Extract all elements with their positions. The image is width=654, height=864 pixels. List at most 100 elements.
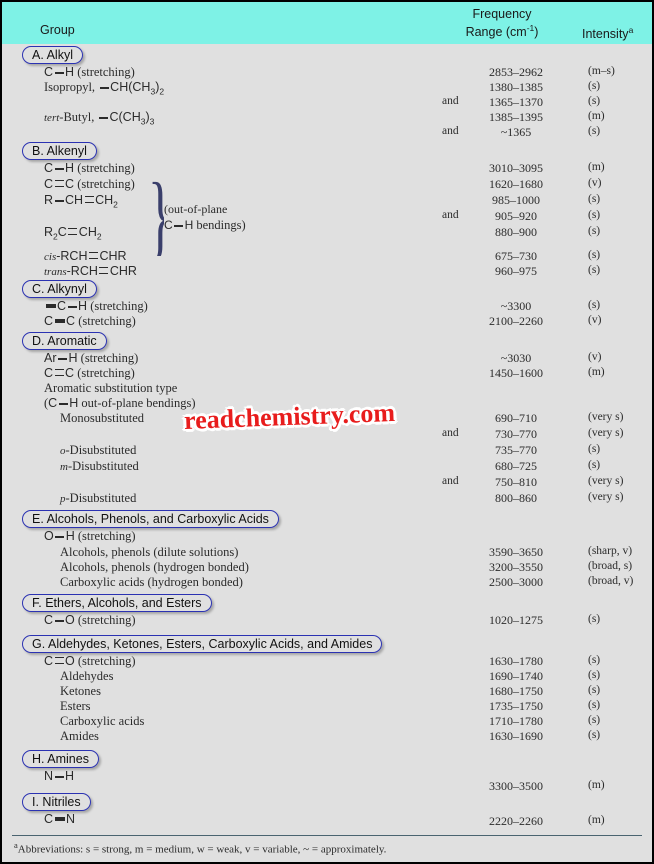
- row-frequency: 735–770: [495, 443, 537, 457]
- group-label-alkyl[interactable]: A. Alkyl: [22, 46, 83, 64]
- ir-frequency-table: Group Frequency Range (cm-1) Intensitya …: [2, 2, 652, 862]
- column-header-group: Group: [40, 23, 75, 37]
- group-label-nitriles[interactable]: I. Nitriles: [22, 793, 91, 811]
- table-row: CO (stretching) 1630–1780 (s): [2, 654, 652, 669]
- group-label-h-text: H. Amines: [32, 752, 89, 766]
- row-frequency: 880–900: [495, 225, 537, 239]
- footnote-text: Abbreviations: s = strong, m = medium, w…: [17, 843, 387, 856]
- row-frequency: 1620–1680: [489, 177, 543, 191]
- row-frequency: 960–975: [495, 264, 537, 278]
- row-intensity: (s): [588, 714, 601, 726]
- row-label: Aldehydes: [60, 669, 114, 683]
- group-label-alkynyl[interactable]: C. Alkynyl: [22, 280, 97, 298]
- row-frequency: 1630–1780: [489, 654, 543, 668]
- row-and: and: [442, 209, 459, 221]
- table-header-band: Group Frequency Range (cm-1) Intensitya: [2, 2, 652, 44]
- row-intensity: (s): [588, 654, 601, 666]
- group-label-ethers-alcohols-esters[interactable]: F. Ethers, Alcohols, and Esters: [22, 594, 212, 612]
- row-label: CH (stretching): [44, 65, 135, 79]
- row-label: Alcohols, phenols (dilute solutions): [60, 545, 239, 559]
- group-label-amines[interactable]: H. Amines: [22, 750, 99, 768]
- group-label-i-text: I. Nitriles: [32, 795, 81, 809]
- row-label: Ketones: [60, 684, 101, 698]
- table-row: R2C CH2 880–900 (s): [2, 225, 652, 242]
- row-frequency: 1380–1385: [489, 80, 543, 94]
- footnote-divider: [12, 835, 642, 836]
- frequency-header-paren: ): [534, 25, 539, 40]
- row-intensity: (m–s): [588, 65, 615, 77]
- table-row-values: 2220–2260 (m): [2, 814, 652, 829]
- group-label-alkenyl[interactable]: B. Alkenyl: [22, 142, 97, 160]
- intensity-header-label: Intensity: [582, 27, 629, 42]
- row-intensity: (s): [588, 264, 601, 276]
- row-label: trans-RCH CHR: [44, 264, 137, 278]
- row-frequency: 905–920: [495, 209, 537, 223]
- footnote-abbreviations: aAbbreviations: s = strong, m = medium, …: [14, 840, 386, 856]
- row-label: R2C CH2: [44, 225, 102, 242]
- row-label: Ar H (stretching): [44, 351, 139, 365]
- table-row: tert-Butyl, C(CH3)3 1385–1395 (m): [2, 110, 652, 127]
- row-intensity: (very s): [588, 411, 624, 423]
- row-intensity: (sharp, v): [588, 545, 633, 557]
- table-row: m-Disubstituted 680–725 (s): [2, 459, 652, 474]
- row-label: Esters: [60, 699, 91, 713]
- row-frequency: 750–810: [495, 475, 537, 489]
- row-label: CC (stretching): [44, 314, 136, 328]
- table-row: o-Disubstituted 735–770 (s): [2, 443, 652, 458]
- row-intensity: (s): [588, 209, 601, 221]
- row-intensity: (s): [588, 225, 601, 237]
- column-header-intensity: Intensitya: [582, 23, 633, 41]
- row-intensity: (s): [588, 249, 601, 261]
- group-label-alkenyl-text: B. Alkenyl: [32, 144, 87, 158]
- row-label: o-Disubstituted: [60, 443, 137, 457]
- row-frequency: 3590–3650: [489, 545, 543, 559]
- row-intensity: (v): [588, 351, 602, 363]
- row-frequency: 2500–3000: [489, 575, 543, 589]
- group-label-g-text: G. Aldehydes, Ketones, Esters, Carboxyli…: [32, 637, 373, 651]
- row-intensity: (broad, s): [588, 560, 633, 572]
- row-label: CO (stretching): [44, 613, 136, 627]
- table-row: Isopropyl, CH(CH3)2 1380–1385 (s): [2, 80, 652, 97]
- group-label-aromatic-text: D. Aromatic: [32, 334, 97, 348]
- group-label-alcohols-phenols-carboxylic-acids[interactable]: E. Alcohols, Phenols, and Carboxylic Aci…: [22, 510, 279, 528]
- row-label: Aromatic substitution type: [44, 381, 178, 395]
- group-label-alkyl-text: A. Alkyl: [32, 48, 73, 62]
- row-frequency: 1630–1690: [489, 729, 543, 743]
- row-label: CC (stretching): [44, 177, 135, 191]
- row-intensity: (m): [588, 366, 605, 378]
- row-intensity: (s): [588, 299, 601, 311]
- row-frequency: 1710–1780: [489, 714, 543, 728]
- row-and: and: [442, 95, 459, 107]
- row-frequency: 2853–2962: [489, 65, 543, 79]
- group-label-aldehydes-ketones-esters-acids-amides[interactable]: G. Aldehydes, Ketones, Esters, Carboxyli…: [22, 635, 383, 653]
- group-label-alkynyl-text: C. Alkynyl: [32, 282, 87, 296]
- row-intensity: (v): [588, 314, 602, 326]
- row-frequency: ~3300: [500, 299, 532, 313]
- row-frequency: 1450–1600: [489, 366, 543, 380]
- row-intensity: (m): [588, 110, 605, 122]
- table-row: R CH CH2 985–1000 (s): [2, 193, 652, 210]
- frequency-header-line2: Range (cm: [465, 25, 527, 40]
- row-intensity: (m): [588, 161, 605, 173]
- group-label-e-text: E. Alcohols, Phenols, and Carboxylic Aci…: [32, 512, 269, 526]
- row-intensity: (m): [588, 814, 605, 826]
- row-label: CO (stretching): [44, 654, 136, 668]
- row-intensity: (broad, v): [588, 575, 634, 587]
- row-frequency: 1680–1750: [489, 684, 543, 698]
- table-row: OH (stretching): [2, 529, 652, 544]
- table-row: trans-RCH CHR 960–975 (s): [2, 264, 652, 279]
- table-row: and 905–920 (s): [2, 209, 652, 224]
- row-intensity: (s): [588, 699, 601, 711]
- row-frequency: 3200–3550: [489, 560, 543, 574]
- row-intensity: (v): [588, 177, 602, 189]
- group-label-f-text: F. Ethers, Alcohols, and Esters: [32, 596, 202, 610]
- row-label: CC (stretching): [44, 366, 135, 380]
- row-frequency: 1020–1275: [489, 613, 543, 627]
- group-label-aromatic[interactable]: D. Aromatic: [22, 332, 107, 350]
- row-frequency: 2220–2260: [489, 814, 543, 828]
- table-row: Carboxylic acids 1710–1780 (s): [2, 714, 652, 729]
- table-row: Alcohols, phenols (dilute solutions) 359…: [2, 545, 652, 560]
- table-row: CH (stretching) ~3300 (s): [2, 299, 652, 314]
- row-frequency: 690–710: [495, 411, 537, 425]
- table-row: CC (stretching) 1450–1600 (m): [2, 366, 652, 381]
